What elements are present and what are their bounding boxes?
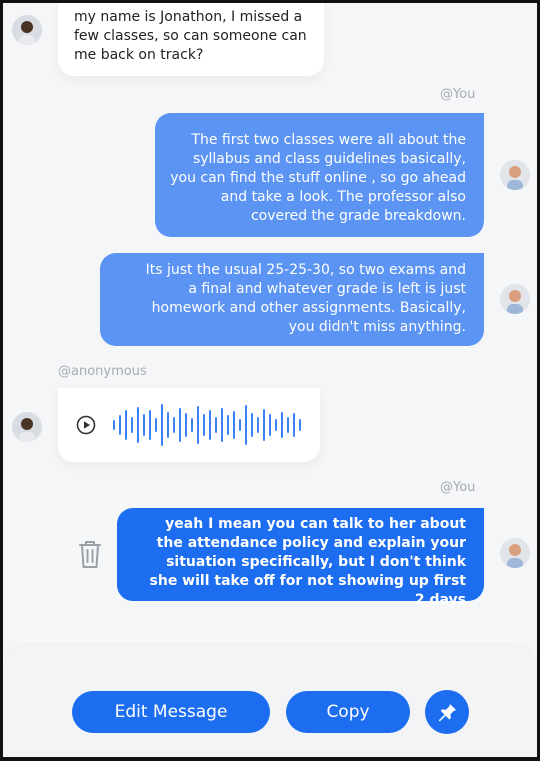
avatar-self bbox=[500, 538, 530, 568]
message-bubble[interactable]: Its just the usual 25-25-30, so two exam… bbox=[100, 253, 484, 346]
message-bubble[interactable]: The first two classes were all about the… bbox=[155, 113, 484, 237]
pin-button[interactable] bbox=[425, 690, 469, 734]
avatar-other bbox=[12, 412, 42, 442]
waveform bbox=[113, 404, 301, 446]
pin-icon bbox=[439, 702, 457, 722]
message-bubble-selected[interactable]: yeah I mean you can talk to her about th… bbox=[117, 508, 484, 608]
message-text: The first two classes were all about the… bbox=[170, 132, 466, 224]
avatar-self bbox=[500, 160, 530, 190]
sender-tag: @You bbox=[440, 480, 476, 495]
avatar-self bbox=[500, 284, 530, 314]
message-text: yeah I mean you can talk to her about th… bbox=[149, 516, 466, 608]
play-icon[interactable] bbox=[76, 415, 96, 435]
trash-icon[interactable] bbox=[78, 539, 102, 569]
sender-tag: @anonymous bbox=[58, 364, 147, 379]
copy-button[interactable]: Copy bbox=[286, 691, 410, 733]
message-bubble[interactable]: my name is Jonathon, I missed a few clas… bbox=[58, 0, 324, 76]
voice-message[interactable] bbox=[58, 388, 320, 462]
message-text: Its just the usual 25-25-30, so two exam… bbox=[145, 262, 466, 335]
avatar-other bbox=[12, 15, 42, 45]
edit-message-button[interactable]: Edit Message bbox=[72, 691, 270, 733]
sender-tag: @You bbox=[440, 87, 476, 102]
message-text: my name is Jonathon, I missed a few clas… bbox=[74, 9, 307, 63]
